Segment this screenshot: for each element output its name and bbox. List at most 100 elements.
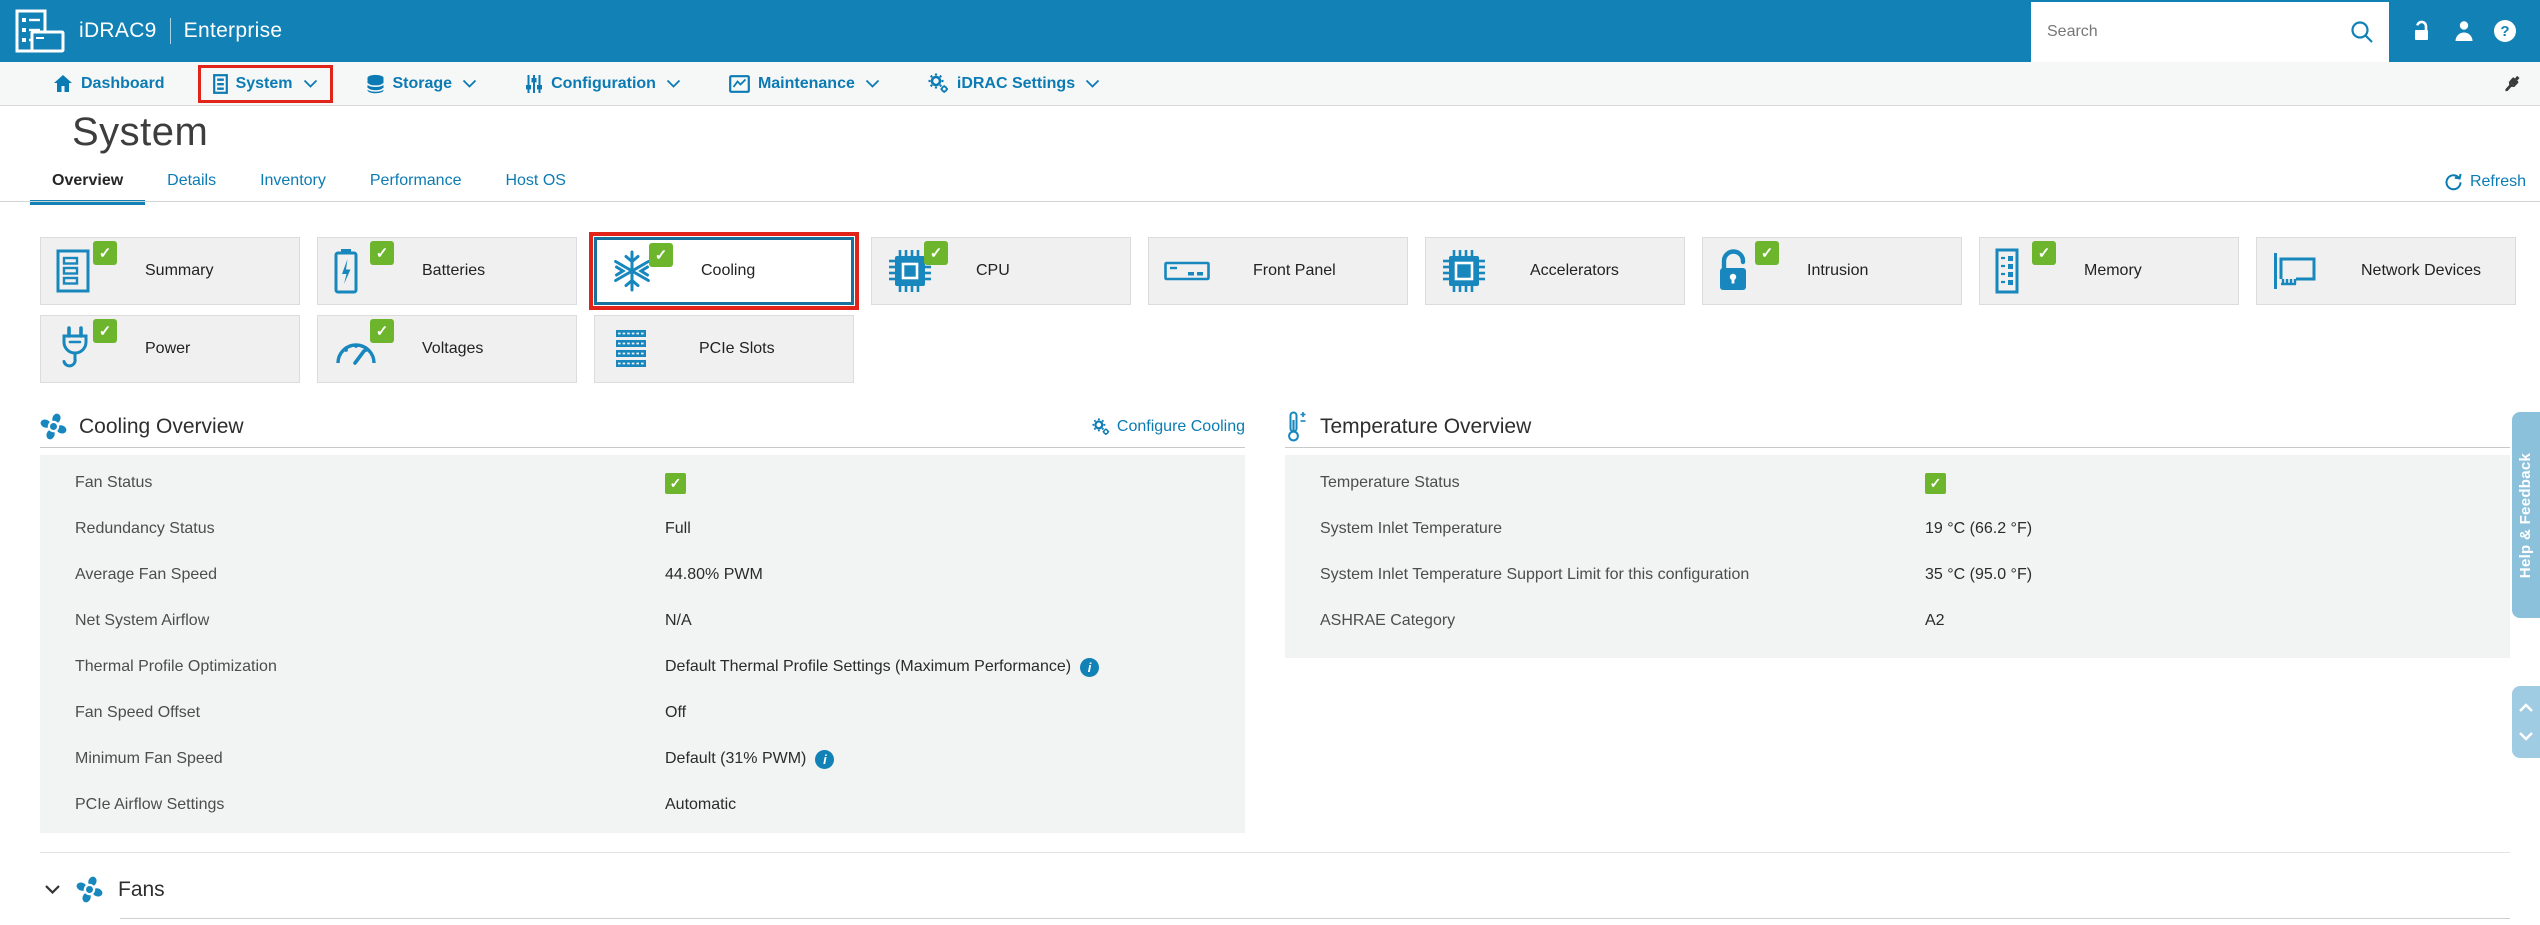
tile-memory[interactable]: ✓ Memory [1979, 237, 2239, 305]
tile-front-panel[interactable]: Front Panel [1148, 237, 1408, 305]
chevron-down-icon [865, 79, 880, 88]
server-icon [212, 73, 228, 94]
nav-storage[interactable]: Storage [351, 65, 493, 103]
cooling-overview-header: Cooling Overview Configure Cooling [40, 406, 1245, 448]
row-label: Fan Speed Offset [75, 704, 201, 721]
user-icon[interactable] [2452, 19, 2476, 43]
chevron-down-icon [1085, 79, 1100, 88]
row-label: ASHRAE Category [1320, 612, 1456, 629]
chevron-down-icon [303, 79, 318, 88]
memory-icon [1995, 248, 2019, 294]
tile-label: Cooling [701, 262, 756, 279]
check-badge: ✓ [1755, 241, 1779, 265]
scroll-down-icon[interactable] [2518, 731, 2534, 741]
row-value: Full [665, 520, 691, 537]
row-label: System Inlet Temperature Support Limit f… [1320, 566, 1750, 583]
tile-label: Network Devices [2361, 262, 2482, 279]
brand-edition: Enterprise [183, 19, 283, 42]
section-title: Cooling Overview [79, 414, 244, 438]
row-value: Off [665, 704, 687, 721]
tile-label: Power [145, 340, 191, 357]
gears-icon [1092, 417, 1110, 436]
tile-cpu[interactable]: ✓ CPU [871, 237, 1131, 305]
help-feedback-tab[interactable]: Help & Feedback [2512, 412, 2540, 618]
row-label: PCIe Airflow Settings [75, 796, 225, 813]
tile-label: Voltages [422, 340, 484, 357]
fans-top-separator [40, 852, 2510, 853]
row-value: 19 °C (66.2 °F) [1925, 520, 2033, 537]
idrac-logo-icon [14, 8, 66, 54]
table-row: Temperature Status ✓ [1285, 460, 2510, 506]
tile-cooling[interactable]: ✓ Cooling [589, 232, 859, 310]
padlock-icon [1718, 248, 1752, 294]
nav-label: Configuration [551, 74, 656, 92]
pin-icon[interactable] [2500, 72, 2524, 96]
tile-label: Batteries [422, 262, 486, 279]
check-badge: ✓ [924, 241, 948, 265]
help-icon[interactable]: ? [2494, 20, 2516, 42]
nav-label: Maintenance [757, 74, 855, 92]
tile-label: Memory [2084, 262, 2142, 279]
lock-icon[interactable] [2409, 19, 2434, 44]
fans-section-header[interactable]: Fans [44, 876, 165, 903]
header-icons: ? [2389, 19, 2540, 44]
tile-voltages[interactable]: ✓ Voltages [317, 315, 577, 383]
tile-label: Front Panel [1253, 262, 1336, 279]
check-badge: ✓ [370, 319, 394, 343]
refresh-button[interactable]: Refresh [2444, 173, 2526, 191]
search-box[interactable] [2031, 1, 2389, 62]
nav-label: Storage [392, 74, 453, 92]
status-ok-icon: ✓ [665, 472, 686, 494]
fan-icon [76, 876, 103, 903]
table-row: System Inlet Temperature 19 °C (66.2 °F) [1285, 506, 2510, 552]
tile-grid: ✓ Summary ✓ Batteries ✓ Cooling ✓ CPU Fr… [40, 232, 2526, 383]
tile-intrusion[interactable]: ✓ Intrusion [1702, 237, 1962, 305]
status-ok-icon: ✓ [1925, 472, 1946, 494]
nav-maintenance[interactable]: Maintenance [714, 66, 895, 102]
battery-icon [333, 248, 359, 294]
temperature-overview-panel: Temperature Status ✓ System Inlet Temper… [1285, 455, 2510, 658]
tile-pcie-slots[interactable]: PCIe Slots [594, 315, 854, 383]
tile-power[interactable]: ✓ Power [40, 315, 300, 383]
scroll-up-icon[interactable] [2518, 703, 2534, 713]
tile-summary[interactable]: ✓ Summary [40, 237, 300, 305]
table-row: ASHRAE Category A2 [1285, 598, 2510, 644]
table-row: Fan Speed Offset Off [40, 690, 1245, 736]
nav-system[interactable]: System [197, 64, 333, 103]
chevron-down-icon [462, 79, 477, 88]
sliders-icon [525, 74, 543, 94]
row-label: Redundancy Status [75, 520, 215, 537]
row-label: Average Fan Speed [75, 566, 218, 583]
nav-label: System [235, 74, 293, 92]
fan-icon [40, 413, 67, 440]
tile-batteries[interactable]: ✓ Batteries [317, 237, 577, 305]
configure-cooling-link[interactable]: Configure Cooling [1092, 418, 1245, 436]
info-icon[interactable]: i [815, 749, 835, 769]
fans-underline [120, 918, 2510, 919]
tile-accelerators[interactable]: Accelerators [1425, 237, 1685, 305]
row-value: 35 °C (95.0 °F) [1925, 566, 2033, 583]
chart-icon [729, 74, 750, 93]
tile-label: Summary [145, 262, 214, 279]
table-row: Average Fan Speed 44.80% PWM [40, 552, 1245, 598]
row-label: Net System Airflow [75, 612, 210, 629]
tile-network-devices[interactable]: Network Devices [2256, 237, 2516, 305]
search-input[interactable] [2045, 21, 2349, 42]
info-icon[interactable]: i [1080, 657, 1100, 677]
refresh-icon [2444, 173, 2463, 191]
refresh-label: Refresh [2469, 173, 2526, 190]
check-badge: ✓ [93, 241, 117, 265]
nav-dashboard[interactable]: Dashboard [38, 65, 180, 102]
section-title: Temperature Overview [1320, 414, 1532, 438]
page-scroll-buttons [2512, 686, 2540, 758]
tile-label: CPU [976, 262, 1010, 279]
table-row: Net System Airflow N/A [40, 598, 1245, 644]
row-value: N/A [665, 612, 692, 629]
check-badge: ✓ [2032, 241, 2056, 265]
search-icon[interactable] [2349, 19, 2375, 45]
nav-configuration[interactable]: Configuration [510, 65, 696, 103]
page-title: System [72, 110, 209, 154]
nav-idrac-settings[interactable]: iDRAC Settings [913, 64, 1115, 103]
collapse-chevron-icon[interactable] [44, 884, 61, 895]
tabs-separator [0, 201, 2540, 202]
